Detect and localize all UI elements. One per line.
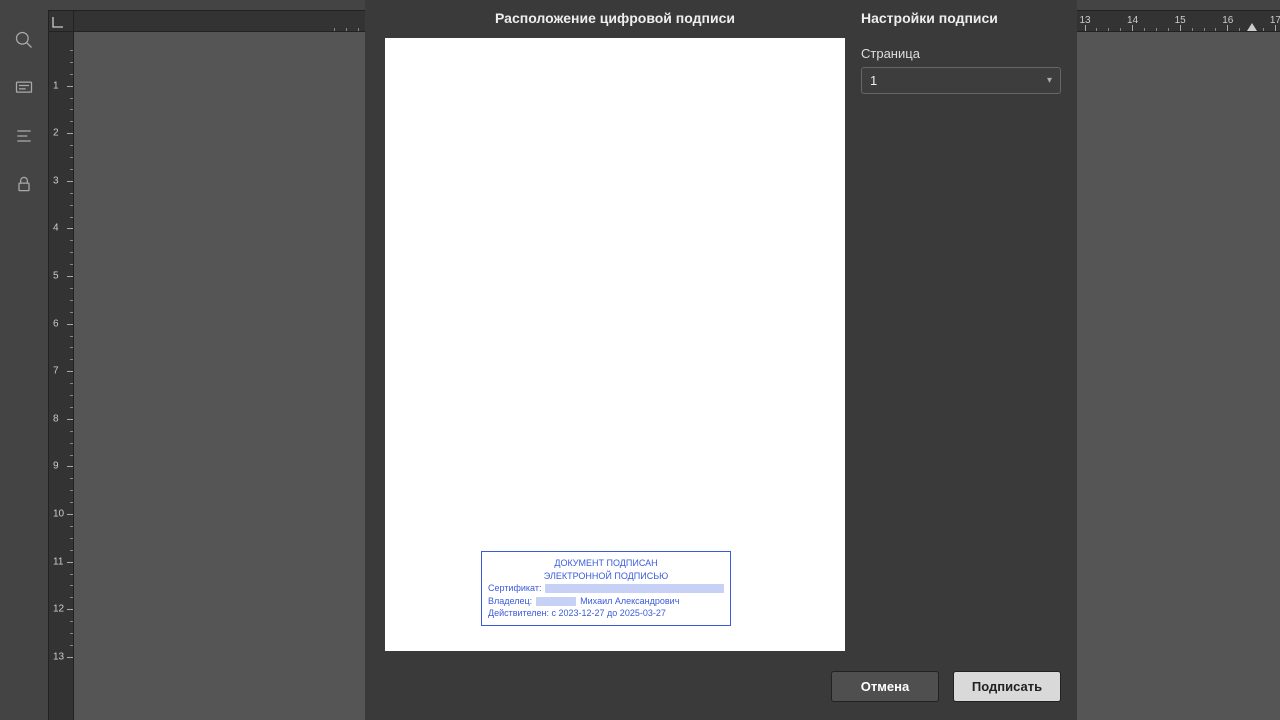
left-toolbar — [0, 0, 48, 720]
dialog-left-title: Расположение цифровой подписи — [385, 10, 845, 26]
sig-line2: ЭЛЕКТРОННОЙ ПОДПИСЬЮ — [488, 570, 724, 583]
page-label: Страница — [861, 46, 1061, 61]
headings-icon[interactable] — [14, 126, 34, 146]
valid-label: Действителен: c 2023-12-27 до 2025-03-27 — [488, 607, 724, 620]
ruler-corner — [48, 10, 74, 32]
comment-icon[interactable] — [14, 78, 34, 98]
signature-dialog: Расположение цифровой подписи ДОКУМЕНТ П… — [365, 0, 1077, 720]
owner-redacted — [536, 597, 576, 606]
owner-name: Михаил Александрович — [580, 595, 679, 608]
left-ruler: 12345678910111213 — [48, 32, 74, 720]
ruler-marker-icon — [1247, 23, 1257, 31]
dialog-right-title: Настройки подписи — [861, 10, 1061, 26]
cert-value-redacted — [545, 584, 724, 593]
sig-line1: ДОКУМЕНТ ПОДПИСАН — [488, 557, 724, 570]
page-select-value: 1 — [870, 73, 877, 88]
search-icon[interactable] — [14, 30, 34, 50]
owner-label: Владелец: — [488, 595, 532, 608]
cert-label: Сертификат: — [488, 582, 541, 595]
page-select[interactable]: 1 ▾ — [861, 67, 1061, 94]
page-preview[interactable]: ДОКУМЕНТ ПОДПИСАН ЭЛЕКТРОННОЙ ПОДПИСЬЮ С… — [385, 38, 845, 651]
chevron-down-icon: ▾ — [1047, 75, 1052, 86]
cancel-button[interactable]: Отмена — [831, 671, 939, 702]
sign-button[interactable]: Подписать — [953, 671, 1061, 702]
signature-stamp[interactable]: ДОКУМЕНТ ПОДПИСАН ЭЛЕКТРОННОЙ ПОДПИСЬЮ С… — [481, 551, 731, 626]
lock-icon[interactable] — [14, 174, 34, 194]
